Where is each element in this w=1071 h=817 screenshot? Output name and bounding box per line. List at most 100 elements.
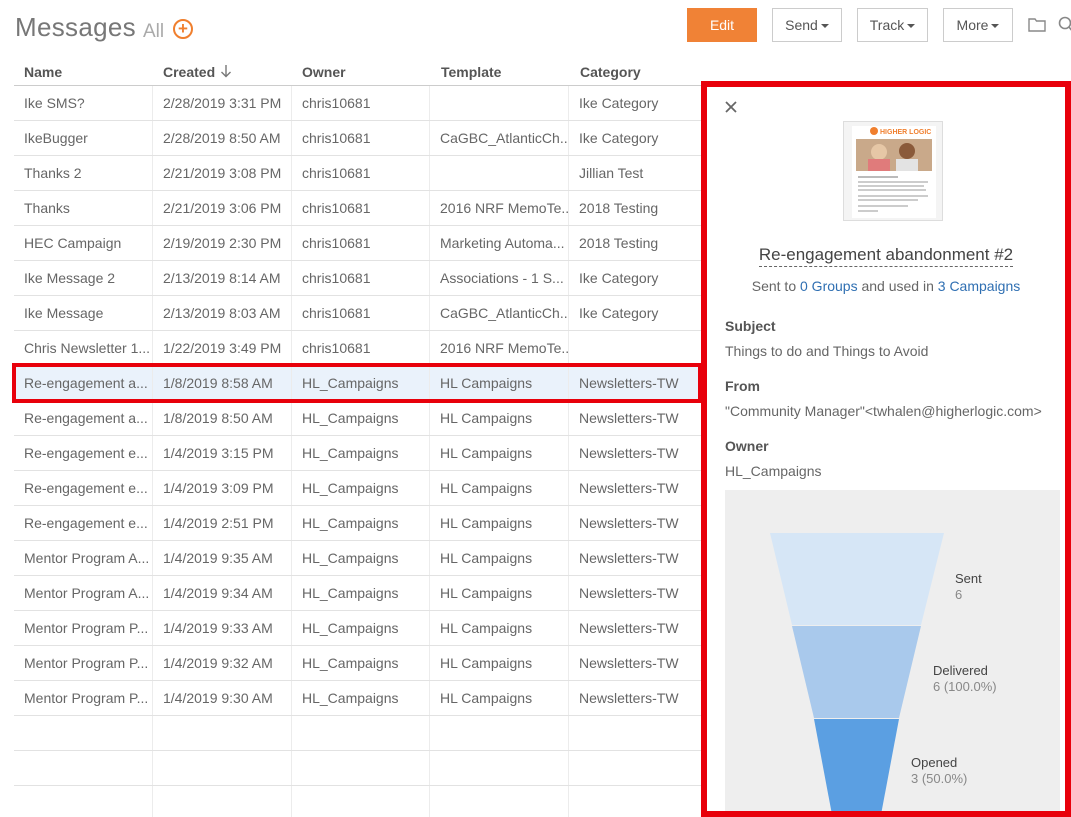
table-row[interactable]: Re-engagement e... 1/4/2019 2:51 PM HL_Cam… — [14, 506, 702, 541]
cell-name: Thanks 2 — [14, 156, 153, 190]
table-row[interactable]: Thanks 2/21/2019 3:06 PM chris10681 2016 NR… — [14, 191, 702, 226]
empty-row — [14, 716, 702, 751]
cell-name: Ike Message — [14, 296, 153, 330]
column-header-created[interactable]: Created — [163, 64, 215, 80]
column-header-owner[interactable]: Owner — [302, 64, 346, 80]
send-dropdown-button[interactable]: Send — [772, 8, 842, 42]
cell-name: Re-engagement e... — [14, 506, 153, 540]
cell-name: IkeBugger — [14, 121, 153, 155]
caret-down-icon — [907, 24, 916, 29]
table-row[interactable]: Mentor Program A... 1/4/2019 9:34 AM HL_Ca… — [14, 576, 702, 611]
owner-label: Owner — [725, 438, 769, 454]
table-row[interactable]: HEC Campaign 2/19/2019 2:30 PM chris10681 M… — [14, 226, 702, 261]
cell-created: 2/13/2019 8:14 AM — [153, 261, 292, 295]
table-row[interactable]: Mentor Program P... 1/4/2019 9:33 AM HL_Ca… — [14, 611, 702, 646]
folder-icon[interactable] — [1028, 17, 1046, 32]
table-row[interactable]: IkeBugger 2/28/2019 8:50 AM chris10681 CaGB… — [14, 121, 702, 156]
cell-category: Ike Category — [579, 95, 659, 111]
column-header-name[interactable]: Name — [24, 64, 62, 80]
column-header-template[interactable]: Template — [441, 64, 501, 80]
empty-row — [14, 751, 702, 786]
cell-template: HL Campaigns — [430, 401, 569, 435]
cell-name: Ike Message 2 — [14, 261, 153, 295]
owner-link[interactable]: HL_Campaigns — [725, 463, 822, 479]
message-detail-panel: HIGHER LOGIC Re-engagement abandonment #… — [701, 81, 1071, 817]
table-row[interactable]: Ike Message 2 2/13/2019 8:14 AM chris10681… — [14, 261, 702, 296]
cell-created: 2/21/2019 3:06 PM — [153, 191, 292, 225]
cell-name: Mentor Program P... — [14, 646, 153, 680]
funnel-label-delivered: Delivered — [933, 663, 988, 678]
cell-created: 2/21/2019 3:08 PM — [153, 156, 292, 190]
more-dropdown-button[interactable]: More — [943, 8, 1013, 42]
cell-template: HL Campaigns — [430, 681, 569, 715]
table-row[interactable]: Thanks 2 2/21/2019 3:08 PM chris10681 Jilli… — [14, 156, 702, 191]
cell-template: HL Campaigns — [430, 506, 569, 540]
add-message-button[interactable]: + — [173, 19, 193, 39]
message-thumbnail[interactable]: HIGHER LOGIC — [843, 121, 943, 221]
sent-prefix: Sent to — [751, 278, 800, 294]
cell-name: Mentor Program A... — [14, 576, 153, 610]
column-header-category[interactable]: Category — [580, 64, 641, 80]
cell-created: 2/19/2019 2:30 PM — [153, 226, 292, 260]
table-row[interactable]: Ike SMS? 2/28/2019 3:31 PM chris10681 Ike C… — [14, 86, 702, 121]
arrow-down-icon[interactable] — [220, 64, 232, 78]
table-row[interactable]: Re-engagement a... 1/8/2019 8:50 AM HL_Cam… — [14, 401, 702, 436]
thumbnail-brand: HIGHER LOGIC — [880, 129, 931, 136]
cell-name: Re-engagement e... — [14, 436, 153, 470]
table-row[interactable]: Re-engagement e... 1/4/2019 3:15 PM HL_Cam… — [14, 436, 702, 471]
table-row[interactable]: Re-engagement e... 1/4/2019 3:09 PM HL_Cam… — [14, 471, 702, 506]
funnel-stage-sent[interactable] — [770, 533, 944, 625]
from-value: "Community Manager"<twhalen@higherlogic.… — [725, 403, 1042, 419]
subject-label: Subject — [725, 318, 776, 334]
cell-template: 2016 NRF MemoTe... — [430, 191, 569, 225]
cell-template: HL Campaigns — [430, 541, 569, 575]
funnel-value-sent: 6 — [955, 587, 962, 602]
cell-created: 1/4/2019 9:32 AM — [153, 646, 292, 680]
funnel-label-opened: Opened — [911, 755, 957, 770]
cell-owner: HL_Campaigns — [292, 366, 430, 400]
cell-owner: chris10681 — [292, 331, 430, 365]
cell-template: CaGBC_AtlanticCh... — [430, 121, 569, 155]
table-row[interactable]: Mentor Program P... 1/4/2019 9:30 AM HL_Ca… — [14, 681, 702, 716]
funnel-stage-delivered[interactable] — [792, 626, 921, 718]
filter-label[interactable]: All — [143, 21, 164, 43]
cell-owner: HL_Campaigns — [292, 611, 430, 645]
cell-name: Mentor Program A... — [14, 541, 153, 575]
search-icon[interactable] — [1058, 16, 1071, 33]
table-row[interactable]: Ike Message 2/13/2019 8:03 AM chris10681 Ca… — [14, 296, 702, 331]
cell-category: Newsletters-TW — [579, 410, 679, 426]
cell-name: Mentor Program P... — [14, 611, 153, 645]
cell-name: Ike SMS? — [14, 86, 153, 120]
cell-template: HL Campaigns — [430, 576, 569, 610]
table-row[interactable]: Mentor Program P... 1/4/2019 9:32 AM HL_Ca… — [14, 646, 702, 681]
from-label: From — [725, 378, 760, 394]
message-title-text: Re-engagement abandonment #2 — [758, 245, 1014, 267]
cell-category: 2018 Testing — [579, 200, 659, 216]
funnel-stage-opened[interactable] — [814, 719, 899, 817]
message-title[interactable]: Re-engagement abandonment #2 — [707, 245, 1065, 267]
subject-value: Things to do and Things to Avoid — [725, 343, 929, 359]
cell-template: HL Campaigns — [430, 646, 569, 680]
funnel-svg: Sent 6 Delivered 6 (100.0%) Opened 3 (50… — [770, 533, 997, 817]
edit-button[interactable]: Edit — [687, 8, 757, 42]
close-icon[interactable] — [723, 99, 739, 115]
cell-category: Newsletters-TW — [579, 655, 679, 671]
track-dropdown-button[interactable]: Track — [857, 8, 928, 42]
campaigns-link[interactable]: 3 Campaigns — [938, 278, 1021, 294]
funnel-value-opened: 3 (50.0%) — [911, 771, 967, 786]
table-row[interactable]: Re-engagement a... 1/8/2019 8:58 AM HL_Cam… — [14, 366, 702, 401]
cell-template: Associations - 1 S... — [430, 261, 569, 295]
groups-link[interactable]: 0 Groups — [800, 278, 858, 294]
cell-template — [430, 156, 569, 190]
cell-name: Thanks — [14, 191, 153, 225]
cell-category: Newsletters-TW — [579, 515, 679, 531]
cell-created: 1/22/2019 3:49 PM — [153, 331, 292, 365]
cell-owner: chris10681 — [292, 156, 430, 190]
cell-category: Newsletters-TW — [579, 445, 679, 461]
cell-owner: HL_Campaigns — [292, 436, 430, 470]
cell-category: Newsletters-TW — [579, 480, 679, 496]
table-row[interactable]: Mentor Program A... 1/4/2019 9:35 AM HL_Ca… — [14, 541, 702, 576]
cell-owner: HL_Campaigns — [292, 506, 430, 540]
cell-created: 1/4/2019 9:30 AM — [153, 681, 292, 715]
table-row[interactable]: Chris Newsletter 1... 1/22/2019 3:49 PM ch… — [14, 331, 702, 366]
